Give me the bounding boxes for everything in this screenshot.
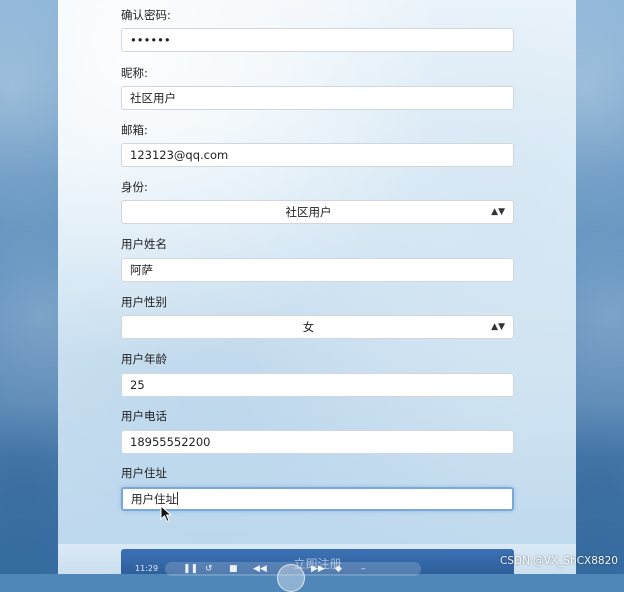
user-address-input[interactable]: 用户住址 — [121, 487, 514, 511]
user-phone-input[interactable]: 18955552200 — [121, 430, 514, 454]
user-name-label: 用户姓名 — [121, 237, 167, 251]
email-input[interactable]: 123123@qq.com — [121, 143, 514, 167]
rewind-icon[interactable]: ↺ — [205, 564, 213, 574]
video-player-controls: 11:29 ❚❚ ↺ ■ ◀◀ ▶▶ ◆ – — [121, 556, 514, 592]
updown-arrow-icon: ▲▼ — [491, 207, 505, 217]
user-gender-select-value: 女 — [302, 320, 315, 334]
updown-arrow-icon: ▲▼ — [491, 322, 505, 332]
next-icon[interactable]: ▶▶ — [311, 564, 325, 574]
nickname-label: 昵称: — [121, 66, 148, 80]
play-icon[interactable] — [277, 564, 305, 592]
user-name-input[interactable]: 阿萨 — [121, 258, 514, 282]
nickname-input[interactable]: 社区用户 — [121, 86, 514, 110]
confirm-password-input[interactable]: •••••• — [121, 28, 514, 52]
identity-select[interactable]: 社区用户 ▲▼ — [121, 200, 514, 224]
volume-icon[interactable]: ◆ — [335, 564, 342, 574]
identity-select-value: 社区用户 — [285, 205, 332, 219]
identity-label: 身份: — [121, 180, 148, 194]
confirm-password-label: 确认密码: — [121, 8, 171, 22]
player-time: 11:29 — [135, 564, 159, 573]
csdn-watermark: CSDN @VX_ShCX8820 — [500, 555, 618, 567]
user-address-value: 用户住址 — [131, 492, 177, 506]
background-right — [576, 0, 624, 574]
user-address-label: 用户住址 — [121, 466, 167, 480]
more-icon[interactable]: – — [361, 564, 366, 574]
pause-icon[interactable]: ❚❚ — [183, 564, 198, 574]
user-gender-select[interactable]: 女 ▲▼ — [121, 315, 514, 339]
previous-icon[interactable]: ◀◀ — [253, 564, 267, 574]
background-left — [0, 0, 58, 574]
user-age-input[interactable]: 25 — [121, 373, 514, 397]
user-gender-label: 用户性别 — [121, 295, 167, 309]
stop-icon[interactable]: ■ — [229, 564, 238, 574]
text-caret — [177, 492, 178, 505]
mouse-pointer-icon — [160, 505, 173, 523]
user-age-label: 用户年龄 — [121, 352, 167, 366]
email-label: 邮箱: — [121, 123, 148, 137]
user-phone-label: 用户电话 — [121, 409, 167, 423]
